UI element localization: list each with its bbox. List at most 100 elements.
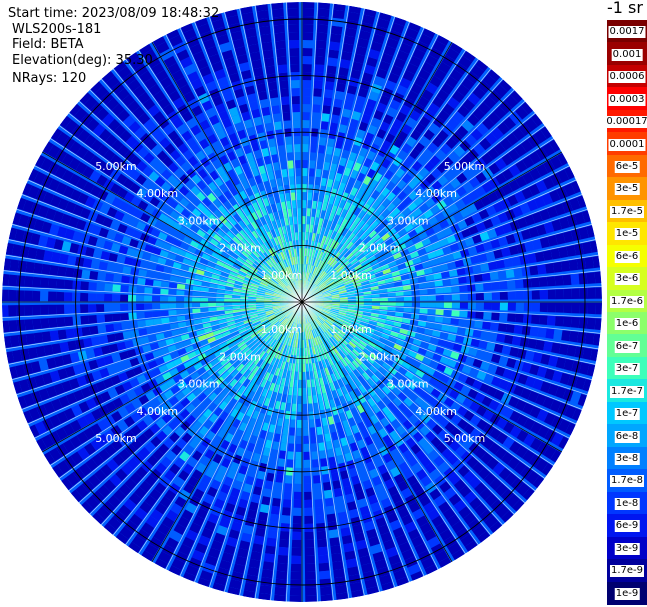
range-gate (297, 208, 302, 217)
range-gate (289, 40, 300, 49)
range-gate (395, 297, 404, 301)
range-gate (363, 302, 372, 305)
range-gate (555, 289, 564, 300)
range-gate (279, 531, 290, 540)
range-gate (272, 497, 281, 507)
range-gate (9, 259, 19, 272)
range-gate (287, 2, 299, 9)
range-gate (259, 504, 270, 514)
range-gate (312, 104, 321, 113)
range-gate (291, 539, 302, 548)
range-gate (302, 56, 313, 65)
range-gate (309, 168, 315, 177)
range-gate (308, 184, 313, 193)
start-time-label: Start time: 2023/08/09 18:48:32 (8, 6, 220, 21)
range-gate (160, 310, 169, 317)
range-gate (281, 104, 290, 113)
range-gate (490, 322, 499, 331)
range-gate (2, 273, 10, 286)
range-gate (152, 303, 161, 310)
range-gate (270, 97, 280, 107)
range-gate (332, 9, 345, 19)
range-ring-label: 5.00km (444, 432, 486, 445)
colorbar-tick-label: 1.7e-6 (609, 295, 645, 308)
range-gate (547, 289, 556, 300)
range-gate (317, 546, 328, 556)
range-gate (387, 302, 396, 306)
range-gate (316, 24, 328, 34)
range-gate (331, 25, 343, 35)
range-gate (435, 302, 444, 308)
instrument-label: WLS200s-181 (12, 22, 102, 37)
range-gate (515, 291, 524, 300)
range-gate (545, 263, 555, 274)
range-gate (112, 304, 121, 312)
range-gate (303, 411, 308, 420)
range-gate (319, 450, 327, 459)
range-gate (253, 67, 264, 77)
range-gate (475, 311, 484, 319)
range-gate (291, 96, 300, 105)
range-gate (317, 8, 330, 18)
range-gate (283, 120, 291, 129)
range-gate (24, 276, 34, 288)
range-gate (554, 316, 564, 327)
range-gate (259, 585, 272, 595)
range-gate (459, 310, 468, 318)
range-gate (304, 491, 312, 500)
range-gate (303, 395, 307, 404)
range-gate (315, 48, 326, 58)
elevation-label: Elevation(deg): 35.30 (12, 53, 153, 68)
range-gate (459, 302, 468, 309)
range-gate (274, 121, 282, 131)
range-gate (318, 144, 325, 154)
range-gate (112, 313, 121, 322)
range-gate (49, 265, 59, 276)
colorbar-tick-label: 3e-8 (614, 453, 640, 465)
range-gate (293, 507, 302, 516)
range-gate (168, 296, 177, 302)
range-gate (302, 120, 310, 129)
range-gate (302, 152, 309, 161)
range-gate (294, 475, 302, 484)
range-gate (272, 8, 284, 18)
colorbar-tick-label: 3e-5 (614, 183, 640, 196)
range-gate (379, 302, 388, 306)
range-gate (302, 216, 306, 225)
range-gate (288, 443, 295, 452)
range-gate (535, 339, 545, 351)
range-gate (2, 305, 9, 317)
range-gate (475, 302, 484, 310)
colorbar-tick-label: 1e-9 (614, 587, 640, 600)
range-gate (136, 303, 145, 311)
range-gate (312, 112, 320, 121)
range-gate (32, 318, 42, 330)
range-gate (307, 192, 313, 201)
range-gate (295, 168, 301, 177)
range-gate (303, 403, 308, 412)
range-gate (324, 497, 334, 507)
range-gate (419, 308, 428, 314)
range-gate (302, 224, 306, 233)
range-gate (458, 276, 467, 284)
nrays-label: NRays: 120 (12, 71, 87, 86)
range-gate (40, 318, 50, 329)
range-gate (304, 555, 315, 564)
range-gate (83, 337, 93, 348)
range-gate (499, 302, 508, 311)
range-gate (586, 317, 596, 330)
range-gate (281, 515, 291, 524)
colorbar-tick-label: 0.001 (611, 48, 643, 61)
range-gate (136, 286, 145, 294)
range-gate (8, 320, 18, 332)
range-gate (295, 176, 301, 185)
range-gate (317, 16, 329, 26)
range-gate (293, 499, 302, 508)
range-gate (81, 269, 91, 279)
colorbar-tick-label: 6e-5 (614, 161, 640, 173)
range-gate (88, 304, 97, 313)
range-gate (403, 296, 412, 301)
range-gate (281, 96, 290, 105)
range-gate (511, 336, 522, 346)
range-gate (310, 136, 318, 145)
